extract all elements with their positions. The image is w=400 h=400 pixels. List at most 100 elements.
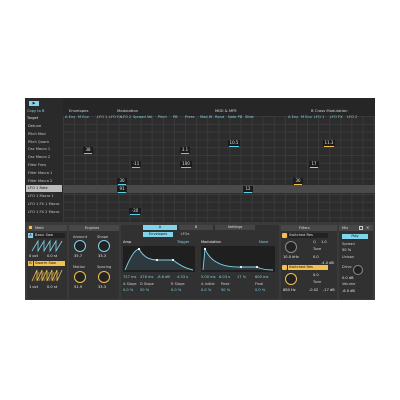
col-header[interactable]: Mod W — [200, 115, 212, 119]
col-header[interactable]: LFO 2 — [347, 115, 357, 119]
filter1-type-dropdown[interactable]: Switched Res — [288, 233, 328, 238]
target-row-selected[interactable]: LFO 1 Rate — [26, 185, 62, 193]
tab-a[interactable]: A — [143, 225, 177, 230]
amp-envelope-display[interactable] — [123, 246, 195, 272]
mix-view-icon[interactable] — [359, 226, 363, 230]
device-power-icon[interactable] — [29, 226, 32, 229]
matrix-grid[interactable] — [63, 116, 375, 222]
col-header[interactable]: Vel — [147, 115, 152, 119]
osc-a-type-dropdown[interactable]: Basic Saw — [34, 233, 65, 238]
mod-release-value[interactable]: 600 ms — [255, 275, 268, 279]
mod-initial-value[interactable]: 0.0 % — [201, 288, 211, 292]
col-header[interactable]: Press — [185, 115, 194, 119]
filter2-val3[interactable]: -17 dB — [323, 288, 335, 292]
mod-amount-cell[interactable]: 11.3 — [323, 140, 335, 147]
mod-amount-cell[interactable]: -11 — [131, 161, 141, 168]
target-row[interactable]: LFO 1 FX 2 Macro — [26, 209, 62, 216]
tab-settings[interactable]: Settings — [215, 225, 255, 230]
mix-menu-icon[interactable]: ✕ — [366, 225, 369, 231]
target-row[interactable]: LFO 1 Macro 1 — [26, 193, 62, 200]
mod-decay-value[interactable]: 6.03 s — [219, 275, 230, 279]
col-header[interactable]: A Env — [288, 115, 298, 119]
amp-decay-value[interactable]: 476 ms — [140, 275, 153, 279]
amp-release-value[interactable]: 4.33 s — [177, 275, 188, 279]
mod-amount-cell[interactable]: 12 — [243, 186, 253, 193]
voice-mode-button[interactable]: Poly — [342, 234, 368, 239]
col-header[interactable]: A Env — [65, 115, 75, 119]
osc-b-toggle[interactable]: B — [28, 261, 33, 266]
filter1-tone-value[interactable]: 0.0 — [313, 255, 319, 259]
mod-amount-cell[interactable]: 38 — [83, 147, 93, 154]
mod-amount-cell[interactable]: 30 — [117, 178, 127, 185]
mod-envelope-display[interactable] — [201, 246, 275, 272]
osc-a-octave[interactable]: 0 oct — [29, 254, 38, 258]
amp-rslope-value[interactable]: 0.0 % — [171, 288, 181, 292]
mod-amount-cell[interactable]: 100 — [180, 161, 192, 168]
col-header[interactable]: LFO 1 — [314, 115, 324, 119]
col-header[interactable]: Rand — [215, 115, 224, 119]
col-header[interactable]: Slide — [245, 115, 254, 119]
lfos-button[interactable]: LFOs — [175, 232, 195, 237]
copy-to-b-button[interactable]: Copy to B — [27, 109, 44, 114]
tab-b[interactable]: B — [179, 225, 213, 230]
target-row[interactable]: Filter Macro 2 — [26, 178, 62, 185]
mod-sustain-value[interactable]: 17 % — [237, 275, 246, 279]
osc-b-type-dropdown[interactable]: Swarm Saw — [34, 261, 65, 266]
volume-value[interactable]: -6.0 dB — [342, 289, 355, 293]
mod-amount-cell[interactable]: 10.5 — [228, 140, 240, 147]
mod-amount-cell[interactable]: 17 — [309, 161, 319, 168]
mod-final-value[interactable]: 0.0 % — [255, 288, 265, 292]
amp-aslope-value[interactable]: 0.0 % — [123, 288, 133, 292]
mod-attack-value[interactable]: 5.00 ms — [201, 275, 216, 279]
col-header[interactable]: Pitch — [158, 115, 167, 119]
amp-trigger-dropdown[interactable]: Trigger — [177, 240, 189, 244]
filter2-tone-value[interactable]: -0.02 — [309, 288, 318, 292]
filter1-power-toggle[interactable] — [282, 233, 287, 238]
filter2-freq-knob[interactable] — [285, 273, 297, 285]
amp-sustain-value[interactable]: -8.6 dB — [157, 275, 170, 279]
mod-amount-cell[interactable]: 3.1 — [180, 147, 190, 154]
amp-dslope-value[interactable]: 50 % — [140, 288, 149, 292]
envelopes-button[interactable]: Envelopes — [143, 232, 173, 237]
target-row[interactable]: Pitch Mod — [26, 131, 62, 138]
mod-amount-cell[interactable]: 91 — [117, 186, 127, 193]
col-header[interactable]: PB — [173, 115, 178, 119]
mod-peak-value[interactable]: 50 % — [221, 288, 230, 292]
filter2-val1[interactable]: 0.0 — [313, 273, 319, 277]
mod-amount-cell[interactable]: -30 — [129, 208, 141, 215]
col-header[interactable]: LFO FX — [109, 115, 122, 119]
target-row[interactable]: Detune — [26, 123, 62, 130]
filter1-freq-value[interactable]: 10.0 kHz — [283, 255, 299, 259]
target-row[interactable]: Filter Macro 1 — [26, 170, 62, 177]
osc-a-fine[interactable]: 0.0 st — [47, 254, 57, 258]
osc-a-toggle[interactable]: A — [28, 233, 33, 238]
target-row[interactable]: Filter Freq — [26, 162, 62, 169]
col-header[interactable]: LFO FX — [330, 115, 343, 119]
col-header[interactable]: Note PB — [228, 115, 242, 119]
target-row[interactable]: Osc Macro 2 — [26, 154, 62, 161]
drive-value[interactable]: 0.0 dB — [342, 276, 354, 280]
amount-knob[interactable] — [74, 240, 86, 252]
spacing-knob[interactable] — [98, 271, 110, 283]
target-row[interactable]: LFO 1 FX 1 Macro — [26, 201, 62, 208]
drive-knob[interactable] — [353, 265, 363, 275]
col-header[interactable]: LFO 2 — [121, 115, 131, 119]
col-header[interactable]: M Env — [78, 115, 89, 119]
mod-amount-cell[interactable]: 30 — [293, 178, 303, 185]
col-header[interactable]: Spread — [133, 115, 146, 119]
col-header[interactable]: M Env — [301, 115, 312, 119]
shape-knob[interactable] — [98, 240, 110, 252]
filter2-freq-value[interactable]: 880 Hz — [283, 288, 296, 292]
filter1-val2[interactable]: 1.0 — [321, 240, 327, 244]
filter2-type-dropdown[interactable]: Switched Res — [288, 265, 328, 270]
osc-b-fine[interactable]: 0.0 st — [47, 285, 57, 289]
target-row[interactable]: Osc Macro 1 — [26, 146, 62, 153]
mod-env-mode-dropdown[interactable]: None — [259, 240, 268, 244]
matrix-toggle-button[interactable]: ▶ — [29, 101, 39, 106]
filter2-power-toggle[interactable] — [282, 265, 287, 270]
spread-value[interactable]: 50 % — [342, 248, 351, 252]
amp-attack-value[interactable]: 727 ms — [123, 275, 136, 279]
filter1-freq-knob[interactable] — [285, 241, 297, 253]
col-header[interactable]: LFO 1 — [97, 115, 107, 119]
osc-b-octave[interactable]: 1 oct — [29, 285, 38, 289]
